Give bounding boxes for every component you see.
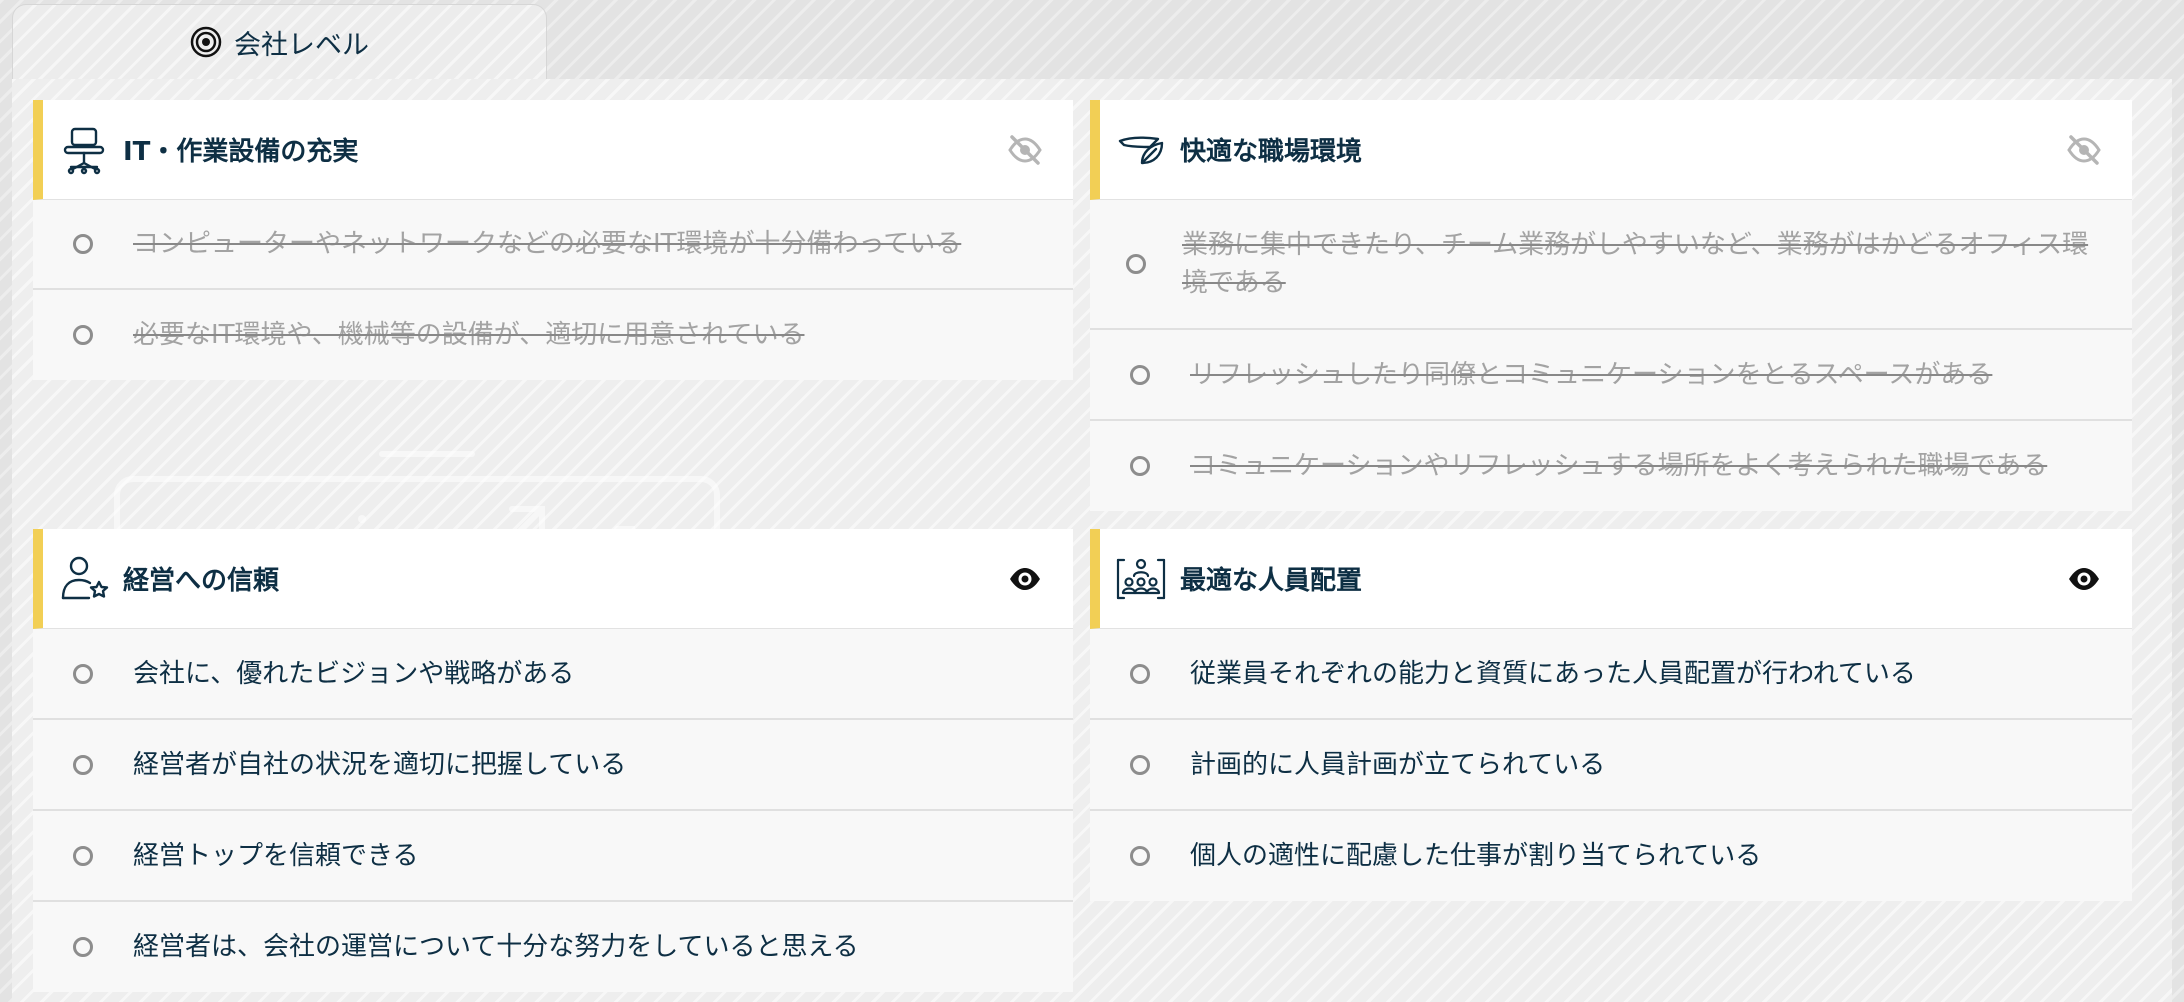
item-text: リフレッシュしたり同僚とコミュニケーションをとるスペースがある bbox=[1190, 359, 1993, 390]
list-item: 従業員それぞれの能力と資質にあった人員配置が行われている bbox=[1090, 629, 2132, 720]
leaf-hand-icon bbox=[1118, 135, 1164, 164]
card-title: 最適な人員配置 bbox=[1180, 566, 1363, 596]
list-item: 業務に集中できたり、チーム業務がしやすいなど、業務がはかどるオフィス環境である bbox=[1090, 200, 2132, 330]
category-board: IT・作業設備の充実 コンピューターやネットワークなどの必要なIT環境が十分備わ… bbox=[12, 79, 2172, 1002]
card-comfortable-workplace: 快適な職場環境 業務に集中できたり、チーム業務がしやすいなど、業務がはかどるオフ… bbox=[1090, 100, 2132, 511]
card-header: 経営への信頼 bbox=[33, 529, 1073, 629]
list-item: コミュニケーションやリフレッシュする場所をよく考えられた職場である bbox=[1090, 421, 2132, 511]
item-text: 経営者が自社の状況を適切に把握している bbox=[133, 749, 627, 780]
user-star-icon bbox=[61, 556, 109, 599]
eye-icon[interactable] bbox=[1007, 561, 1043, 597]
item-text: 会社に、優れたビジョンや戦略がある bbox=[133, 658, 575, 689]
eye-slash-icon[interactable] bbox=[1007, 132, 1043, 168]
item-text: 経営者は、会社の運営について十分な努力をしていると思える bbox=[133, 932, 859, 962]
radio-bullet[interactable] bbox=[73, 325, 93, 345]
target-icon bbox=[190, 26, 222, 58]
item-text: 経営トップを信頼できる bbox=[133, 840, 419, 871]
radio-bullet[interactable] bbox=[1126, 254, 1146, 274]
office-chair-icon bbox=[63, 127, 105, 174]
radio-bullet[interactable] bbox=[73, 663, 93, 684]
radio-bullet[interactable] bbox=[73, 845, 93, 866]
eye-icon[interactable] bbox=[2066, 561, 2102, 597]
list-item: コンピューターやネットワークなどの必要なIT環境が十分備わっている bbox=[33, 200, 1073, 290]
card-header: 最適な人員配置 bbox=[1090, 529, 2132, 629]
card-optimal-staffing: 最適な人員配置 従業員それぞれの能力と資質にあった人員配置が行われている 計画的… bbox=[1090, 529, 2132, 901]
eye-slash-icon[interactable] bbox=[2066, 132, 2102, 168]
item-text: 業務に集中できたり、チーム業務がしやすいなど、業務がはかどるオフィス環境である bbox=[1182, 230, 2089, 298]
list-item: 経営者が自社の状況を適切に把握している bbox=[33, 720, 1073, 811]
list-item: 必要なIT環境や、機械等の設備が、適切に用意されている bbox=[33, 290, 1073, 380]
radio-bullet[interactable] bbox=[73, 234, 93, 254]
card-header: IT・作業設備の充実 bbox=[33, 100, 1073, 200]
radio-bullet[interactable] bbox=[1130, 846, 1150, 866]
radio-bullet[interactable] bbox=[1130, 456, 1150, 476]
card-title: 経営への信頼 bbox=[123, 566, 280, 596]
card-it-equipment: IT・作業設備の充実 コンピューターやネットワークなどの必要なIT環境が十分備わ… bbox=[33, 100, 1073, 380]
card-trust-in-management: 経営への信頼 会社に、優れたビジョンや戦略がある 経営者が自社の状況を適切に把握… bbox=[33, 529, 1073, 992]
radio-bullet[interactable] bbox=[73, 937, 93, 957]
radio-bullet[interactable] bbox=[1130, 663, 1150, 684]
list-item: 経営者は、会社の運営について十分な努力をしていると思える bbox=[33, 902, 1073, 992]
list-item: 計画的に人員計画が立てられている bbox=[1090, 720, 2132, 811]
card-title: IT・作業設備の充実 bbox=[123, 137, 359, 167]
tab-company-level[interactable]: 会社レベル bbox=[12, 4, 547, 79]
list-item: リフレッシュしたり同僚とコミュニケーションをとるスペースがある bbox=[1090, 330, 2132, 421]
list-item: 会社に、優れたビジョンや戦略がある bbox=[33, 629, 1073, 720]
tab-label: 会社レベル bbox=[234, 29, 369, 61]
list-item: 経営トップを信頼できる bbox=[33, 811, 1073, 902]
radio-bullet[interactable] bbox=[73, 754, 93, 775]
list-item: 個人の適性に配慮した仕事が割り当てられている bbox=[1090, 811, 2132, 901]
item-text: 従業員それぞれの能力と資質にあった人員配置が行われている bbox=[1190, 658, 1916, 689]
radio-bullet[interactable] bbox=[1130, 754, 1150, 775]
item-text: 必要なIT環境や、機械等の設備が、適切に用意されている bbox=[133, 320, 805, 350]
item-text: コンピューターやネットワークなどの必要なIT環境が十分備わっている bbox=[133, 229, 962, 259]
item-text: コミュニケーションやリフレッシュする場所をよく考えられた職場である bbox=[1190, 451, 2048, 481]
radio-bullet[interactable] bbox=[1130, 364, 1150, 385]
team-structure-icon bbox=[1116, 558, 1166, 599]
card-title: 快適な職場環境 bbox=[1180, 137, 1363, 167]
card-header: 快適な職場環境 bbox=[1090, 100, 2132, 200]
item-text: 計画的に人員計画が立てられている bbox=[1190, 749, 1606, 780]
item-text: 個人の適性に配慮した仕事が割り当てられている bbox=[1190, 841, 1762, 871]
